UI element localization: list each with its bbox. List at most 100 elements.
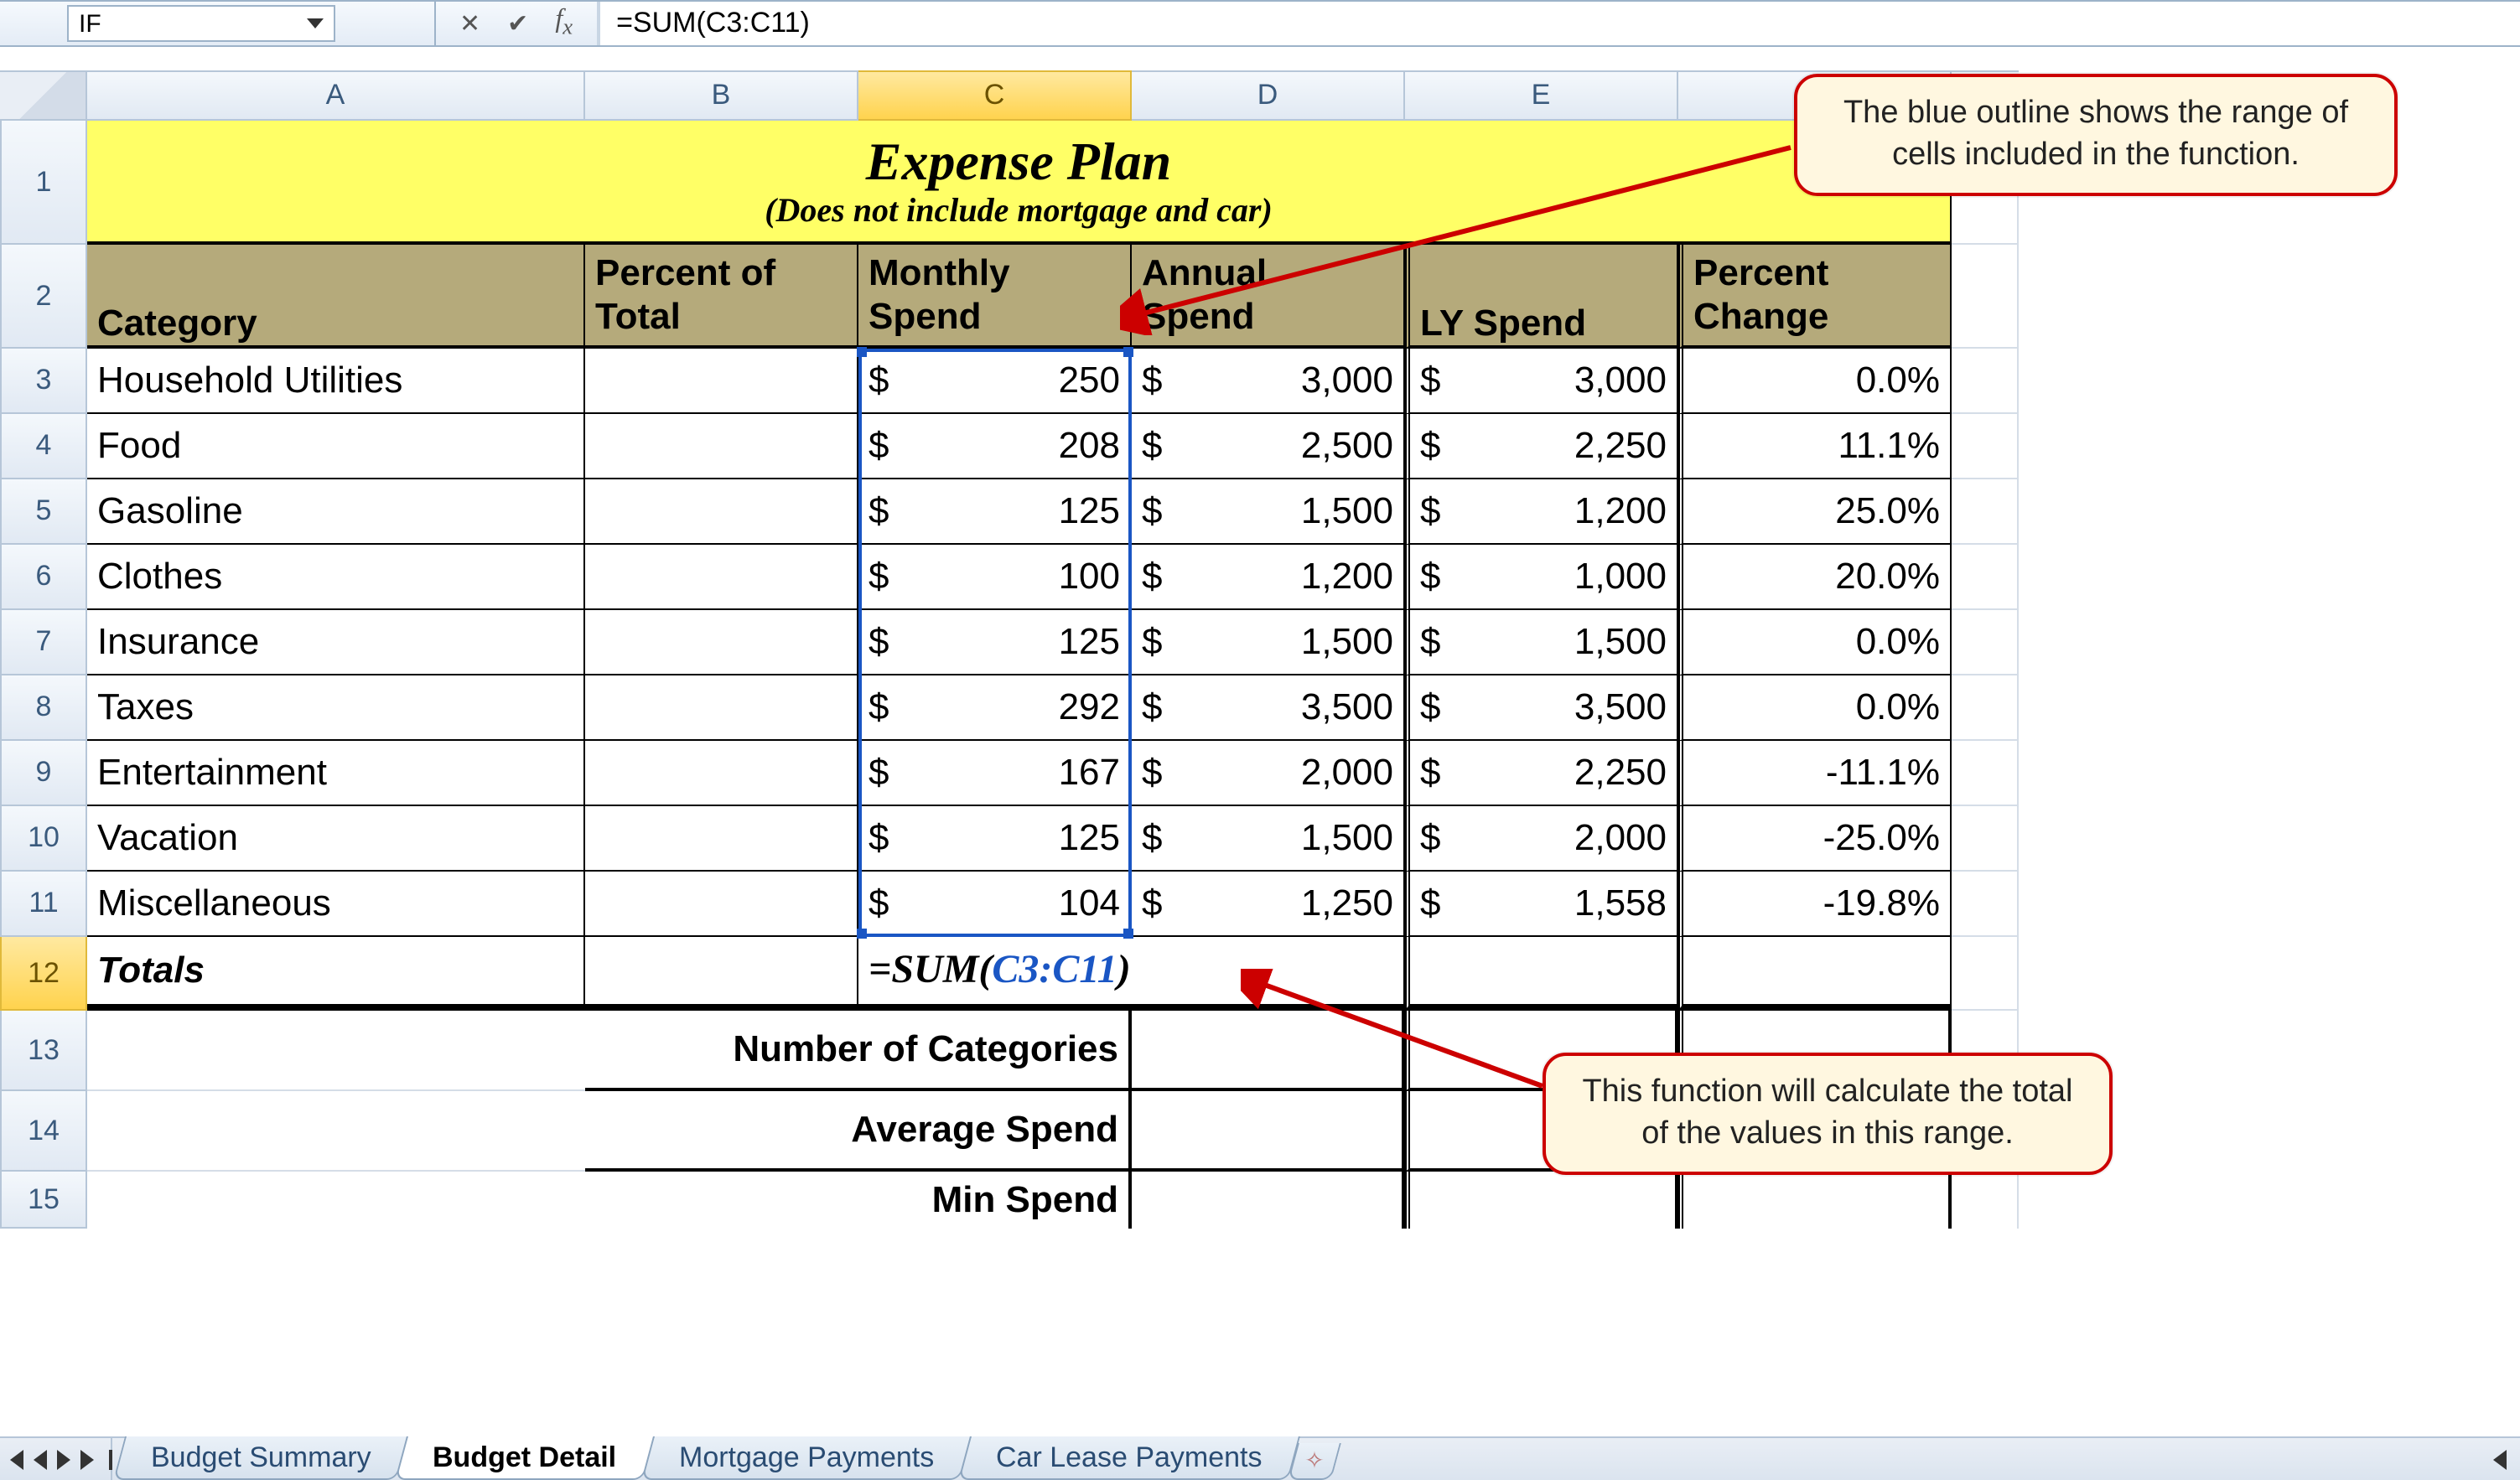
cell-ly[interactable]: $2,000	[1405, 806, 1678, 872]
cell-category[interactable]: Vacation	[87, 806, 585, 872]
row-header-3[interactable]: 3	[0, 349, 87, 414]
cell-category[interactable]: Clothes	[87, 545, 585, 610]
cell-annual[interactable]: $3,000	[1132, 349, 1405, 414]
cell-b12[interactable]	[585, 937, 858, 1011]
column-header-c[interactable]: C	[858, 70, 1132, 121]
row-header-5[interactable]: 5	[0, 479, 87, 545]
row-header-8[interactable]: 8	[0, 675, 87, 741]
cell-percent-total[interactable]	[585, 741, 858, 806]
cell-monthly[interactable]: $125	[858, 806, 1132, 872]
cell-percent-total[interactable]	[585, 872, 858, 937]
cell-monthly[interactable]: $100	[858, 545, 1132, 610]
cell-pct-change[interactable]: -11.1%	[1678, 741, 1952, 806]
cell-percent-total[interactable]	[585, 806, 858, 872]
cell-monthly[interactable]: $125	[858, 610, 1132, 675]
row-header-11[interactable]: 11	[0, 872, 87, 937]
column-header-d[interactable]: D	[1132, 70, 1405, 121]
cell-monthly[interactable]: $250	[858, 349, 1132, 414]
cell-monthly[interactable]: $292	[858, 675, 1132, 741]
tab-next-icon[interactable]	[57, 1449, 70, 1469]
cell-ly[interactable]: $3,000	[1405, 349, 1678, 414]
totals-label[interactable]: Totals	[87, 937, 585, 1011]
tab-budget-summary[interactable]: Budget Summary	[113, 1436, 409, 1480]
select-all-button[interactable]	[0, 70, 87, 121]
cell-a13[interactable]	[87, 1011, 585, 1091]
row-header-2[interactable]: 2	[0, 245, 87, 349]
cell-monthly[interactable]: $167	[858, 741, 1132, 806]
cell-monthly[interactable]: $208	[858, 414, 1132, 479]
cell-ly[interactable]: $1,000	[1405, 545, 1678, 610]
cell-category[interactable]: Insurance	[87, 610, 585, 675]
cell-category[interactable]: Household Utilities	[87, 349, 585, 414]
insert-function-icon[interactable]: fx	[555, 6, 573, 41]
cell-ly[interactable]: $1,200	[1405, 479, 1678, 545]
cell-category[interactable]: Taxes	[87, 675, 585, 741]
cell-f15[interactable]	[1678, 1172, 1952, 1229]
cell-ly[interactable]: $2,250	[1405, 741, 1678, 806]
cell-annual[interactable]: $2,500	[1132, 414, 1405, 479]
tab-prev-icon[interactable]	[34, 1449, 47, 1469]
tab-last-icon[interactable]	[80, 1449, 94, 1469]
new-sheet-button[interactable]: ✧	[1288, 1443, 1341, 1480]
cell-a15[interactable]	[87, 1172, 585, 1229]
column-header-e[interactable]: E	[1405, 70, 1678, 121]
cell-pct-change[interactable]: 11.1%	[1678, 414, 1952, 479]
cell-g3[interactable]	[1952, 349, 2019, 414]
cell-ly[interactable]: $3,500	[1405, 675, 1678, 741]
cell-annual[interactable]: $1,500	[1132, 610, 1405, 675]
cell-annual[interactable]: $1,500	[1132, 806, 1405, 872]
name-box-dropdown-icon[interactable]	[307, 18, 324, 28]
cell-pct-change[interactable]: 0.0%	[1678, 610, 1952, 675]
cell-category[interactable]: Food	[87, 414, 585, 479]
header-category[interactable]: Category	[87, 245, 585, 349]
cell-g12[interactable]	[1952, 937, 2019, 1011]
row-header-14[interactable]: 14	[0, 1091, 87, 1172]
cell-category[interactable]: Entertainment	[87, 741, 585, 806]
cell-annual[interactable]: $1,500	[1132, 479, 1405, 545]
column-header-b[interactable]: B	[585, 70, 858, 121]
tab-scroll-left-icon[interactable]	[2493, 1449, 2507, 1469]
cell-monthly[interactable]: $125	[858, 479, 1132, 545]
row-header-10[interactable]: 10	[0, 806, 87, 872]
tab-first-icon[interactable]	[10, 1449, 23, 1469]
enter-formula-icon[interactable]: ✔	[507, 8, 528, 39]
row-header-6[interactable]: 6	[0, 545, 87, 610]
row-header-7[interactable]: 7	[0, 610, 87, 675]
name-box[interactable]: IF	[67, 5, 335, 42]
cell-g15[interactable]	[1952, 1172, 2019, 1229]
cell-pct-change[interactable]: 0.0%	[1678, 349, 1952, 414]
cell-percent-total[interactable]	[585, 545, 858, 610]
cell-g6[interactable]	[1952, 545, 2019, 610]
cell-g7[interactable]	[1952, 610, 2019, 675]
cell-pct-change[interactable]: -19.8%	[1678, 872, 1952, 937]
cell-percent-total[interactable]	[585, 479, 858, 545]
cell-d15[interactable]	[1132, 1172, 1405, 1229]
label-min-spend[interactable]: Min Spend	[585, 1172, 1132, 1229]
cell-ly[interactable]: $1,558	[1405, 872, 1678, 937]
cell-category[interactable]: Gasoline	[87, 479, 585, 545]
cell-annual[interactable]: $1,200	[1132, 545, 1405, 610]
cell-g8[interactable]	[1952, 675, 2019, 741]
cell-pct-change[interactable]: -25.0%	[1678, 806, 1952, 872]
cell-percent-total[interactable]	[585, 349, 858, 414]
cell-ly[interactable]: $2,250	[1405, 414, 1678, 479]
cell-pct-change[interactable]: 25.0%	[1678, 479, 1952, 545]
cell-f12[interactable]	[1678, 937, 1952, 1011]
label-number-categories[interactable]: Number of Categories	[585, 1011, 1132, 1091]
cell-ly[interactable]: $1,500	[1405, 610, 1678, 675]
row-header-9[interactable]: 9	[0, 741, 87, 806]
row-header-15[interactable]: 15	[0, 1172, 87, 1229]
label-average-spend[interactable]: Average Spend	[585, 1091, 1132, 1172]
cell-g2[interactable]	[1952, 245, 2019, 349]
row-header-12[interactable]: 12	[0, 937, 87, 1011]
cell-category[interactable]: Miscellaneous	[87, 872, 585, 937]
cell-g10[interactable]	[1952, 806, 2019, 872]
cell-annual[interactable]: $3,500	[1132, 675, 1405, 741]
cell-g11[interactable]	[1952, 872, 2019, 937]
cell-g4[interactable]	[1952, 414, 2019, 479]
cell-percent-total[interactable]	[585, 675, 858, 741]
row-header-1[interactable]: 1	[0, 121, 87, 245]
formula-input[interactable]: =SUM(C3:C11)	[598, 2, 2520, 45]
cell-monthly[interactable]: $104	[858, 872, 1132, 937]
header-percent-total[interactable]: Percent ofTotal	[585, 245, 858, 349]
